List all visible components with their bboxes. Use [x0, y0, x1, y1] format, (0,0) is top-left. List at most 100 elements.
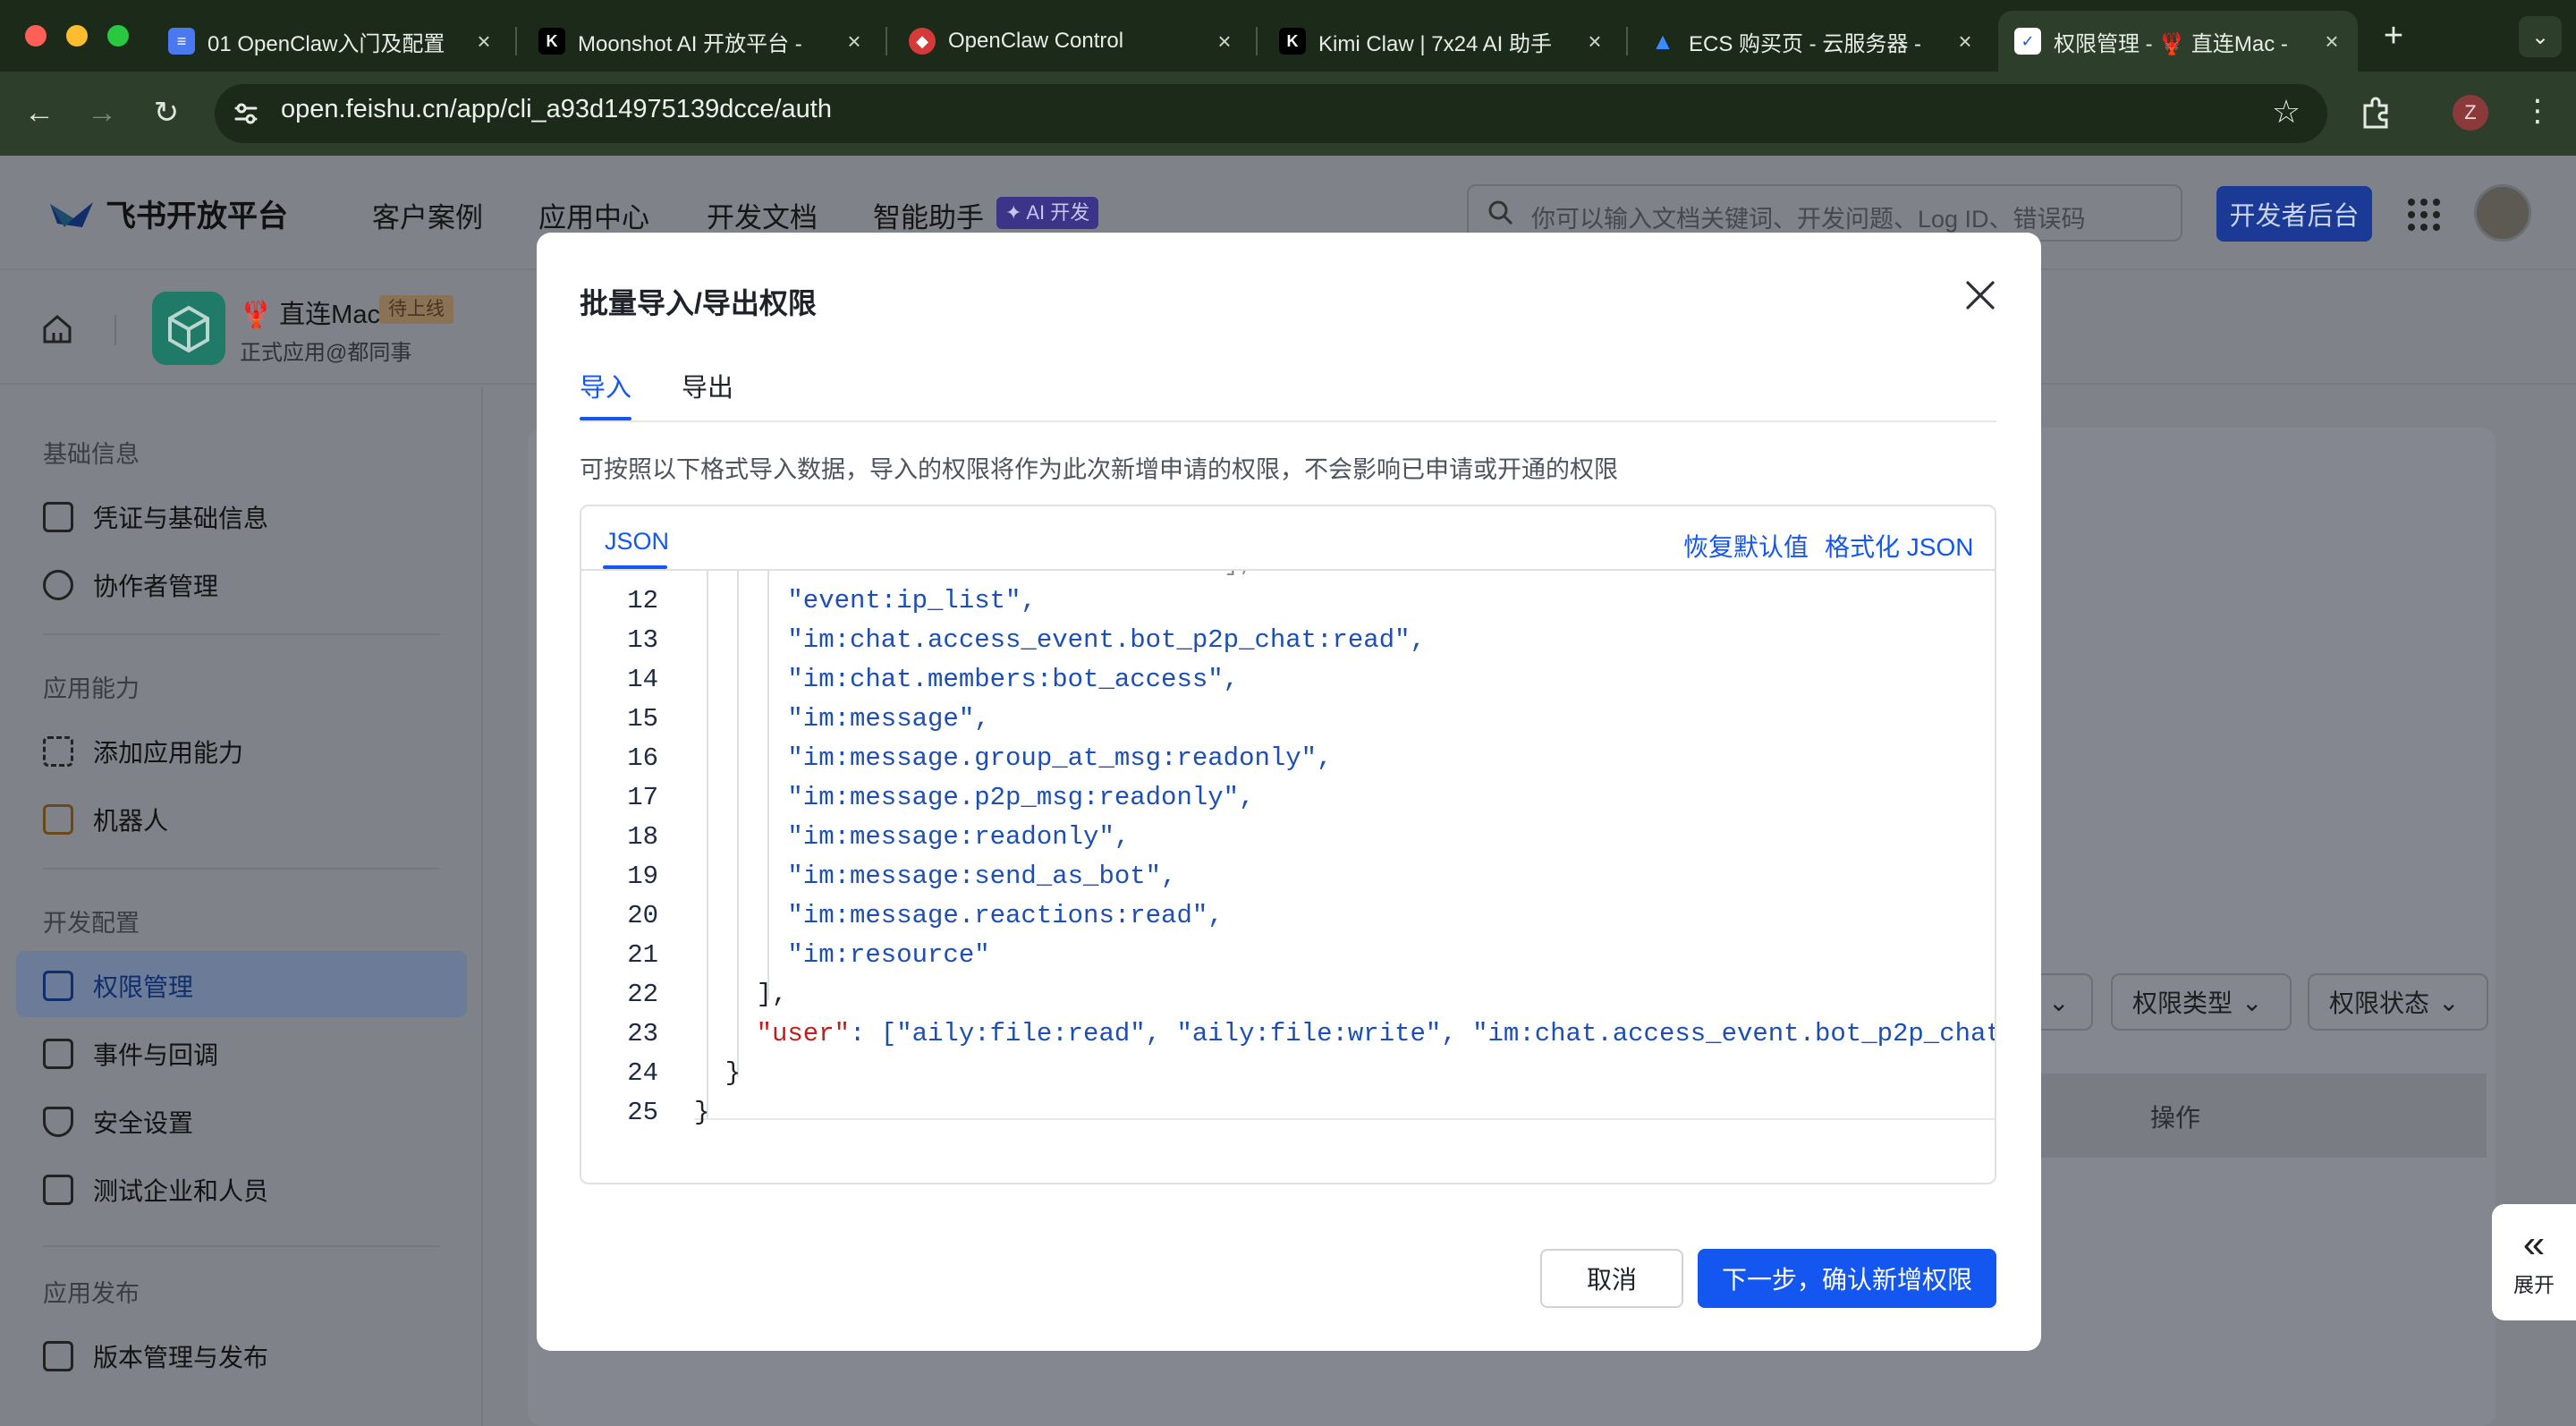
nav-dev-docs[interactable]: 开发文档	[707, 195, 818, 235]
line-number: 17	[627, 783, 658, 812]
permission-status-filter[interactable]: 权限状态 ⌄	[2308, 973, 2488, 1031]
code-text: "im:chat.access_event.bot_p2p_chat:read"…	[787, 625, 1426, 655]
line-number: 22	[627, 980, 658, 1009]
reload-button[interactable]: ↻	[147, 93, 186, 132]
url-text[interactable]: open.feishu.cn/app/cli_a93d14975139dcce/…	[281, 95, 832, 124]
close-tab-icon[interactable]: ×	[1955, 28, 1975, 55]
browser-tab[interactable]: ◆ OpenClaw Control ×	[893, 11, 1250, 72]
apps-grid-icon[interactable]	[2404, 195, 2444, 234]
code-text: "im:message.p2p_msg:readonly",	[787, 783, 1255, 812]
code-icon	[43, 1175, 73, 1205]
minimize-window-button[interactable]	[66, 25, 88, 47]
shield-icon	[43, 1107, 73, 1137]
restore-default-button[interactable]: 恢复默认值	[1683, 528, 1809, 564]
horizontal-scrollbar[interactable]	[581, 1143, 1995, 1183]
sidebar-item-add-capability[interactable]: 添加应用能力	[43, 734, 243, 769]
back-button[interactable]: ←	[20, 93, 59, 132]
tab-separator	[1626, 27, 1628, 55]
forward-button[interactable]: →	[82, 93, 122, 132]
feishu-logo-icon[interactable]	[47, 191, 97, 231]
nav-smart-assistant[interactable]: 智能助手	[873, 195, 984, 235]
close-tab-icon[interactable]: ×	[1585, 28, 1605, 55]
permission-type-filter[interactable]: 权限类型 ⌄	[2111, 973, 2292, 1031]
browser-tab[interactable]: K Kimi Claw | 7x24 AI 助手 ×	[1263, 11, 1621, 72]
expand-panel-button[interactable]: « 展开	[2492, 1204, 2576, 1320]
sidebar-item-permissions[interactable]: 权限管理	[43, 968, 193, 1004]
line-number: 24	[627, 1058, 658, 1088]
extensions-icon[interactable]	[2356, 93, 2395, 132]
cancel-button[interactable]: 取消	[1540, 1249, 1683, 1308]
new-tab-button[interactable]: +	[2376, 17, 2411, 55]
format-json-button[interactable]: 格式化 JSON	[1825, 528, 1973, 564]
tab-search-button[interactable]: ⌄	[2519, 16, 2562, 57]
json-editor[interactable]: JSON 恢复默认值 格式化 JSON ], 12 "event:ip_list"…	[580, 505, 1996, 1184]
close-tab-icon[interactable]: ×	[844, 28, 864, 55]
sidebar-item-credentials[interactable]: 凭证与基础信息	[43, 499, 268, 535]
json-key: "user"	[756, 1019, 851, 1048]
nav-customer-cases[interactable]: 客户案例	[372, 195, 483, 235]
forward-arrow-icon: →	[87, 95, 117, 130]
json-value: : ["aily:file:read", "aily:file:write", …	[850, 1019, 1995, 1048]
line-number: 19	[627, 862, 658, 891]
sidebar-item-bot[interactable]: 机器人	[43, 802, 168, 837]
developer-console-button[interactable]: 开发者后台	[2216, 186, 2372, 242]
browser-tab[interactable]: ▲ ECS 购买页 - 云服务器 - ×	[1633, 11, 1991, 72]
double-chevron-left-icon: «	[2522, 1222, 2546, 1266]
credentials-icon	[43, 502, 73, 532]
line-number: 14	[627, 665, 658, 694]
sidebar-item-events[interactable]: 事件与回调	[43, 1036, 218, 1072]
code-line: 13 "im:chat.access_event.bot_p2p_chat:rea…	[581, 621, 1995, 660]
openclaw-icon: ◆	[909, 28, 936, 55]
maximize-window-button[interactable]	[107, 25, 129, 47]
code-line: 14 "im:chat.members:bot_access",	[581, 660, 1995, 700]
close-window-button[interactable]	[25, 25, 47, 47]
close-tab-icon[interactable]: ×	[1215, 28, 1234, 55]
browser-tab[interactable]: ≡ 01 OpenClaw入门及配置 ×	[152, 11, 510, 72]
nav-app-center[interactable]: 应用中心	[538, 195, 649, 235]
profile-avatar[interactable]: Z	[2453, 95, 2488, 131]
modal-description: 可按照以下格式导入数据，导入的权限将作为此次新增申请的权限，不会影响已申请或开通…	[580, 456, 1618, 483]
confirm-next-button[interactable]: 下一步，确认新增权限	[1698, 1249, 1996, 1308]
modal-title: 批量导入/导出权限	[580, 287, 817, 319]
search-placeholder: 你可以输入文档关键词、开发问题、Log ID、错误码	[1531, 206, 2086, 233]
code-text: "im:message.group_at_msg:readonly",	[787, 743, 1333, 773]
site-info-icon[interactable]	[231, 98, 261, 129]
tab-divider	[580, 420, 1996, 422]
editor-tab-json[interactable]: JSON	[605, 528, 669, 556]
close-tab-icon[interactable]: ×	[2322, 28, 2342, 55]
tab-export[interactable]: 导出	[682, 367, 733, 404]
column-action: 操作	[2150, 1104, 2201, 1132]
browser-menu-icon[interactable]: ⋮	[2522, 93, 2553, 132]
user-avatar[interactable]	[2474, 184, 2531, 242]
active-tab-indicator	[580, 417, 631, 420]
app-status-badge: 待上线	[379, 295, 453, 324]
modal-close-button[interactable]	[1959, 274, 2002, 317]
sidebar-item-versions[interactable]: 版本管理与发布	[43, 1338, 268, 1374]
chevron-down-icon: ⌄	[2530, 24, 2550, 49]
app-name: 🦞 直连Mac	[240, 301, 380, 329]
code-area[interactable]: ], 12 "event:ip_list", 13 "im:chat.access_e…	[581, 571, 1995, 1143]
sidebar-item-collaborators[interactable]: 协作者管理	[43, 567, 218, 603]
tab-separator	[1256, 27, 1258, 55]
chevron-down-icon: ⌄	[2048, 988, 2070, 1016]
browser-tab-active[interactable]: ✓ 权限管理 - 🦞 直连Mac - ×	[1998, 11, 2358, 72]
code-text: }	[694, 1098, 710, 1127]
site-logo-text[interactable]: 飞书开放平台	[106, 191, 288, 235]
sidebar-section-release: 应用发布	[43, 1280, 140, 1307]
browser-tab[interactable]: K Moonshot AI 开放平台 - ×	[522, 11, 880, 72]
home-icon[interactable]	[39, 311, 75, 347]
code-line: 20 "im:message.reactions:read",	[581, 896, 1995, 936]
close-tab-icon[interactable]: ×	[474, 28, 494, 55]
tab-import[interactable]: 导入	[580, 367, 631, 404]
sidebar-divider	[43, 633, 440, 635]
sidebar-item-test-tenants[interactable]: 测试企业和人员	[43, 1172, 268, 1208]
code-line: 25}	[581, 1093, 1995, 1133]
code-line: 12 "event:ip_list",	[581, 581, 1995, 621]
sidebar-item-security[interactable]: 安全设置	[43, 1104, 193, 1140]
code-text: "event:ip_list",	[787, 586, 1037, 615]
line-number: 18	[627, 822, 658, 852]
line-number: 16	[627, 743, 658, 773]
code-line: 18 "im:message:readonly",	[581, 818, 1995, 857]
bookmark-star-icon[interactable]: ☆	[2267, 93, 2306, 132]
divider	[114, 315, 116, 345]
